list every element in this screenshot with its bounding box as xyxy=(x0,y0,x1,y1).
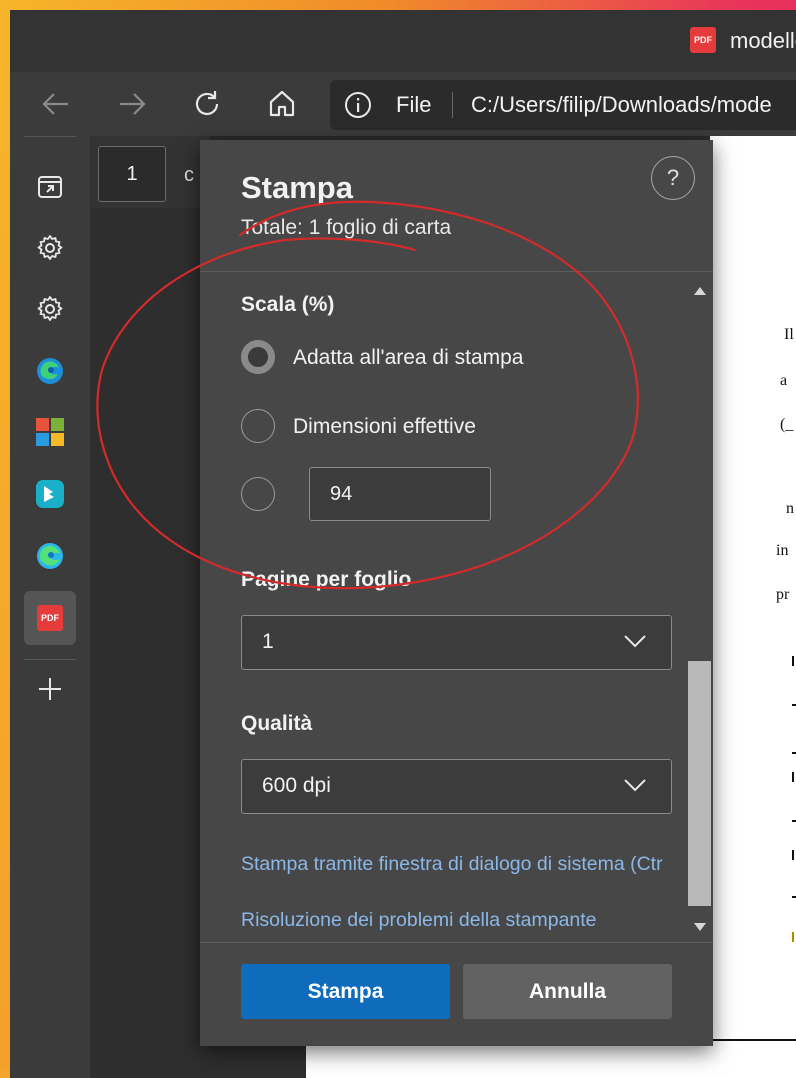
info-icon[interactable] xyxy=(344,91,372,124)
scale-fit-radio[interactable] xyxy=(241,340,275,374)
forward-arrow-icon[interactable] xyxy=(114,86,150,122)
sidebar-store-icon[interactable] xyxy=(24,406,76,458)
quality-title: Qualità xyxy=(241,712,313,735)
cancel-button[interactable]: Annulla xyxy=(463,964,672,1019)
scale-fit-label[interactable]: Adatta all'area di stampa xyxy=(293,346,523,370)
title-bar: PDF modello xyxy=(10,10,796,72)
page-text: Il xyxy=(784,326,794,343)
browser-window: PDF modello File C:/Users/filip/Download… xyxy=(10,10,796,1078)
system-dialog-link[interactable]: Stampa tramite finestra di dialogo di si… xyxy=(241,853,663,876)
pdf-page: Il a (_ n in pr xyxy=(710,136,796,1036)
sidebar-settings-icon-2[interactable] xyxy=(24,283,76,335)
scale-custom-input[interactable]: 94 xyxy=(309,467,491,521)
dialog-title: Stampa xyxy=(241,170,353,205)
sidebar-edge-icon[interactable] xyxy=(24,345,76,397)
page-text: pr xyxy=(776,586,790,603)
page-of-label: c xyxy=(184,164,194,186)
sidebar-share-icon[interactable] xyxy=(24,160,76,212)
print-dialog: Stampa Totale: 1 foglio di carta ? Scala… xyxy=(200,140,713,1046)
scroll-down-arrow-icon[interactable] xyxy=(694,918,706,936)
sheet-total: Totale: 1 foglio di carta xyxy=(241,216,452,239)
pdf-icon: PDF xyxy=(37,605,63,631)
sidebar: PDF xyxy=(10,136,90,1078)
chevron-down-icon xyxy=(623,633,647,654)
page-number-input[interactable]: 1 xyxy=(98,146,166,202)
print-button[interactable]: Stampa xyxy=(241,964,450,1019)
sidebar-settings-icon[interactable] xyxy=(24,222,76,274)
window-title: modello xyxy=(730,28,796,53)
pdf-file-icon: PDF xyxy=(690,27,716,53)
scale-title: Scala (%) xyxy=(241,293,335,316)
scrollbar-thumb[interactable] xyxy=(688,661,711,906)
address-bar[interactable]: File C:/Users/filip/Downloads/mode xyxy=(330,80,796,130)
add-icon[interactable] xyxy=(24,663,76,715)
scroll-up-arrow-icon[interactable] xyxy=(694,282,706,300)
refresh-icon[interactable] xyxy=(189,86,225,122)
quality-value: 600 dpi xyxy=(262,774,331,797)
pages-per-sheet-select[interactable]: 1 xyxy=(241,615,672,670)
pages-per-sheet-title: Pagine per foglio xyxy=(241,568,412,591)
sidebar-divider-2 xyxy=(24,659,76,660)
back-arrow-icon[interactable] xyxy=(38,86,74,122)
address-url[interactable]: C:/Users/filip/Downloads/mode xyxy=(471,92,772,118)
page-text: in xyxy=(776,542,789,559)
page-bullets xyxy=(792,656,796,1036)
sidebar-divider xyxy=(24,136,76,137)
sidebar-edge-beta-icon[interactable] xyxy=(24,530,76,582)
pages-per-sheet-value: 1 xyxy=(262,630,274,653)
dialog-settings: Scala (%) Adatta all'area di stampa Dime… xyxy=(200,272,685,942)
page-text: a xyxy=(780,372,788,389)
scale-custom-radio[interactable] xyxy=(241,477,275,511)
scale-actual-label[interactable]: Dimensioni effettive xyxy=(293,415,476,439)
chevron-down-icon xyxy=(623,777,647,798)
sidebar-bing-icon[interactable] xyxy=(24,468,76,520)
address-prefix: File xyxy=(396,92,432,117)
dialog-scrollbar[interactable] xyxy=(686,272,713,942)
page-text: n xyxy=(786,500,794,517)
troubleshoot-link[interactable]: Risoluzione dei problemi della stampante xyxy=(241,909,597,932)
home-icon[interactable] xyxy=(264,86,300,122)
help-icon[interactable]: ? xyxy=(651,156,695,200)
dialog-footer-divider xyxy=(200,942,713,943)
scale-actual-radio[interactable] xyxy=(241,409,275,443)
page-text: (_ xyxy=(780,416,794,433)
browser-toolbar: File C:/Users/filip/Downloads/mode xyxy=(10,72,796,136)
quality-select[interactable]: 600 dpi xyxy=(241,759,672,814)
sidebar-pdf-tab-icon[interactable]: PDF xyxy=(24,591,76,645)
address-separator xyxy=(452,92,453,118)
